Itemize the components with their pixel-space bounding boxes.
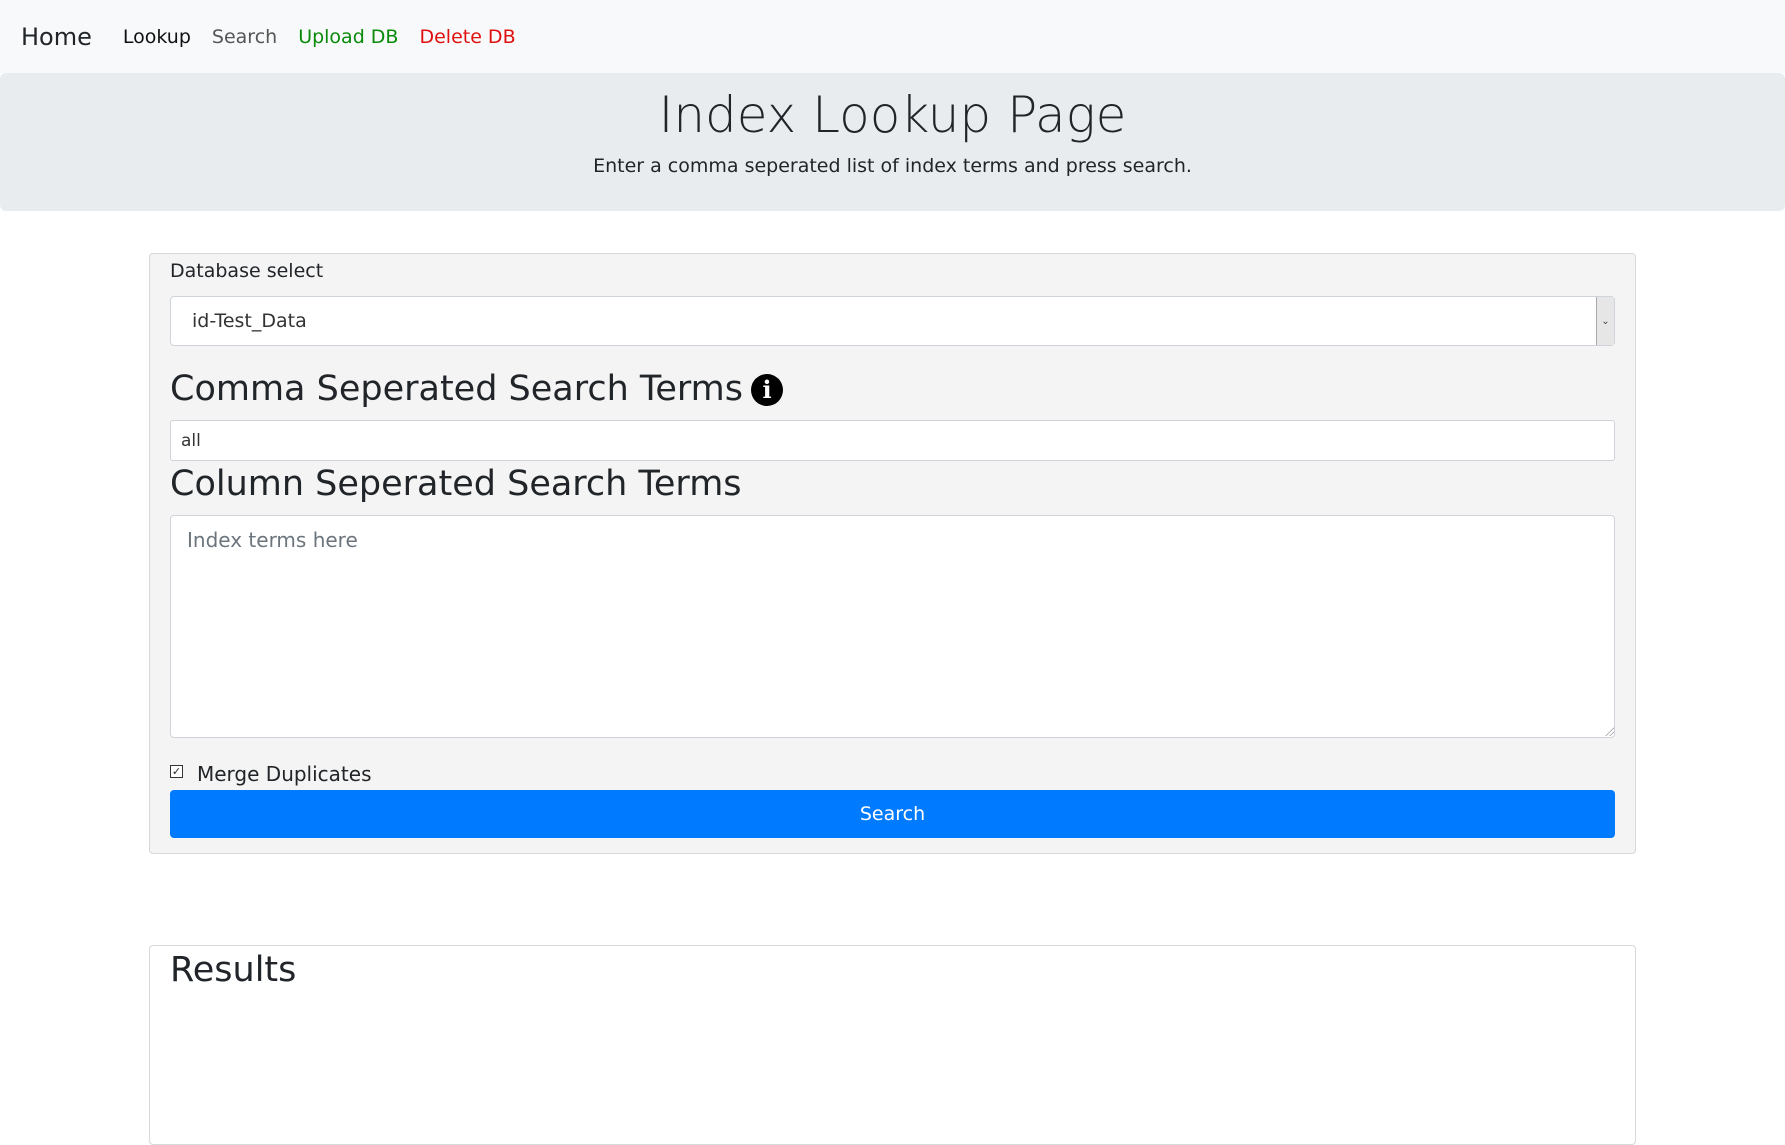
nav-upload-db-link[interactable]: Upload DB: [298, 26, 398, 48]
database-select-label: Database select: [170, 260, 324, 282]
comma-terms-title-text: Comma Seperated Search Terms: [170, 369, 743, 409]
page-header: Index Lookup Page Enter a comma seperate…: [0, 73, 1785, 211]
column-terms-textarea[interactable]: [170, 515, 1615, 738]
column-terms-title: Column Seperated Search Terms: [170, 464, 742, 504]
page-subtitle: Enter a comma seperated list of index te…: [593, 155, 1192, 177]
comma-terms-input[interactable]: [170, 420, 1615, 461]
results-card: Results: [149, 945, 1636, 1145]
resize-grip-icon[interactable]: [1604, 726, 1614, 736]
merge-duplicates-label[interactable]: Merge Duplicates: [197, 762, 372, 786]
comma-terms-title: Comma Seperated Search Terms i: [170, 369, 783, 409]
info-icon[interactable]: i: [751, 374, 783, 406]
merge-duplicates-row: ✓ Merge Duplicates: [170, 762, 372, 786]
navbar: Home Lookup Search Upload DB Delete DB: [0, 0, 1785, 73]
chevron-down-icon[interactable]: ⌄: [1596, 297, 1614, 345]
merge-duplicates-checkbox[interactable]: ✓: [170, 764, 183, 778]
results-title: Results: [170, 950, 297, 990]
database-select[interactable]: id-Test_Data ⌄: [170, 296, 1615, 346]
nav-delete-db-link[interactable]: Delete DB: [419, 26, 515, 48]
database-select-value: id-Test_Data: [192, 310, 307, 332]
nav-lookup-link[interactable]: Lookup: [123, 26, 191, 48]
nav-search-link[interactable]: Search: [212, 26, 277, 48]
nav-home-link[interactable]: Home: [21, 23, 92, 51]
search-form-card: Database select id-Test_Data ⌄ Comma Sep…: [149, 253, 1636, 854]
search-button[interactable]: Search: [170, 790, 1615, 838]
page-title: Index Lookup Page: [658, 86, 1127, 144]
